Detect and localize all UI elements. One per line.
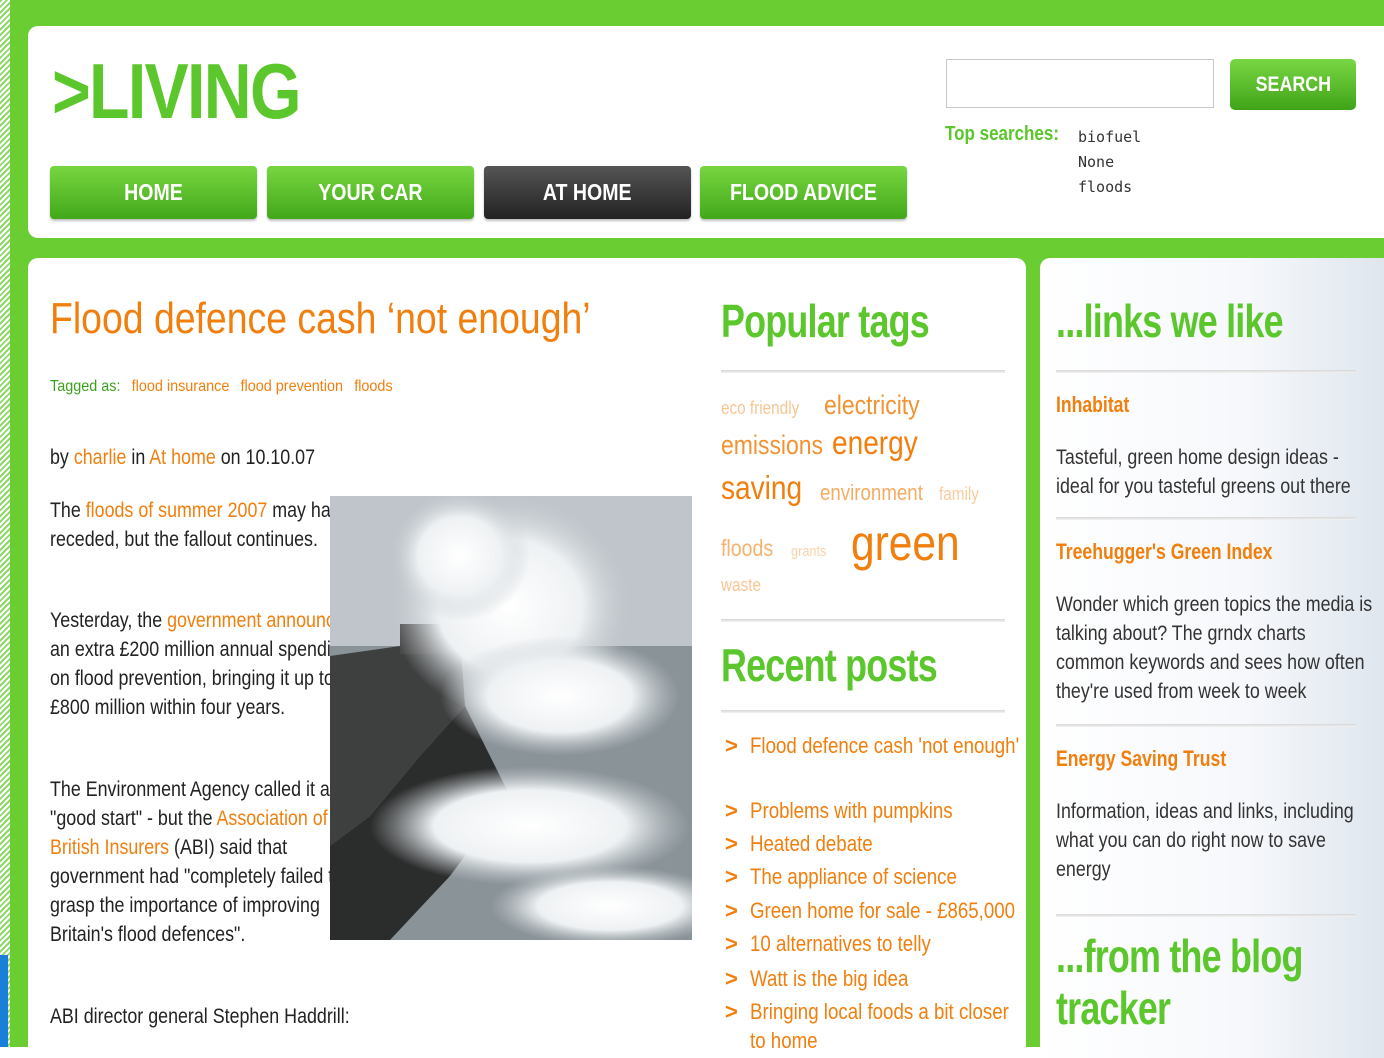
tag-link[interactable]: flood insurance <box>132 378 230 395</box>
byline-text: in <box>131 446 146 469</box>
recent-post-title: Flood defence cash 'not enough' <box>750 733 1020 758</box>
article-paragraph: Yesterday, the government announced an e… <box>50 606 360 722</box>
chevron-right-icon: > <box>725 864 738 889</box>
tag-cloud-link[interactable]: saving <box>721 469 802 507</box>
tag-cloud-link[interactable]: grants <box>791 543 826 560</box>
top-search-link[interactable]: None <box>1078 150 1141 175</box>
nav-label: FLOOD ADVICE <box>730 179 877 205</box>
window-edge-bar <box>0 955 8 1047</box>
recent-post-title: Bringing local foods a bit closer to hom… <box>750 999 1009 1053</box>
nav-home-button[interactable]: HOME <box>50 166 257 219</box>
author-link[interactable]: charlie <box>74 446 127 469</box>
sidebar-link-inhabitat[interactable]: Inhabitat <box>1056 392 1129 418</box>
floods-link[interactable]: floods of summer 2007 <box>86 499 268 522</box>
top-search-link[interactable]: floods <box>1078 175 1141 200</box>
sidebar-link-description: Wonder which green topics the media is t… <box>1056 590 1376 706</box>
nav-label: AT HOME <box>543 179 632 205</box>
paragraph-text: an extra £200 million annual spending on… <box>50 638 351 719</box>
chevron-right-icon: > <box>725 999 738 1024</box>
tag-cloud-link[interactable]: environment <box>820 480 923 506</box>
article-paragraph: The floods of summer 2007 may have reced… <box>50 496 360 554</box>
byline-date: on 10.10.07 <box>220 446 316 469</box>
tag-link[interactable]: flood prevention <box>241 378 343 395</box>
section-link[interactable]: At home <box>149 446 215 469</box>
popular-tags-heading: Popular tags <box>721 295 930 347</box>
divider <box>1056 370 1356 373</box>
paragraph-text: ABI director general Stephen Haddrill: <box>50 1005 350 1028</box>
divider <box>721 370 1005 373</box>
recent-post-title: Problems with pumpkins <box>750 798 953 823</box>
chevron-right-icon: > <box>725 898 738 923</box>
article-paragraph: ABI director general Stephen Haddrill: <box>50 1002 450 1031</box>
divider <box>1056 724 1356 727</box>
divider <box>1056 517 1356 520</box>
top-searches-label: Top searches: <box>945 123 1060 145</box>
nav-flood-advice-button[interactable]: FLOOD ADVICE <box>700 166 907 219</box>
chevron-right-icon: > <box>725 733 738 758</box>
recent-post-title: Heated debate <box>750 831 873 856</box>
description-text: Information, ideas and links, including … <box>1056 800 1354 881</box>
search-input[interactable] <box>946 59 1214 108</box>
recent-post-title: Watt is the big idea <box>750 966 909 991</box>
storm-wave-photo <box>330 496 692 940</box>
tag-cloud-link[interactable]: emissions <box>721 430 823 461</box>
paragraph-text: The <box>50 499 86 522</box>
article-byline: by charlie in At home on 10.10.07 <box>50 446 315 470</box>
chevron-right-icon: > <box>725 798 738 823</box>
recent-post-title: 10 alternatives to telly <box>750 931 931 956</box>
recent-posts-heading: Recent posts <box>721 639 938 691</box>
nav-label: YOUR CAR <box>318 179 423 205</box>
tag-cloud-link[interactable]: family <box>939 484 979 505</box>
links-we-like-heading: ...links we like <box>1056 295 1284 347</box>
chevron-right-icon: > <box>725 931 738 956</box>
tag-cloud-link[interactable]: waste <box>721 575 761 596</box>
government-link[interactable]: government announced <box>167 609 355 632</box>
main-content: Flood defence cash ‘not enough’ Tagged a… <box>28 258 1026 1058</box>
paragraph-text: Yesterday, the <box>50 609 168 632</box>
article-paragraph: The Environment Agency called it a "good… <box>50 775 360 949</box>
description-text: Tasteful, green home design ideas - idea… <box>1056 446 1351 498</box>
tag-cloud-link[interactable]: energy <box>832 424 918 462</box>
tagged-as-label: Tagged as: <box>50 378 121 395</box>
site-logo[interactable]: >LIVING <box>52 48 302 134</box>
chevron-right-icon: > <box>725 831 738 856</box>
right-sidebar: ...links we like Inhabitat Tasteful, gre… <box>1040 258 1384 1058</box>
nav-at-home-button[interactable]: AT HOME <box>484 166 691 219</box>
tag-cloud-link[interactable]: floods <box>721 535 773 562</box>
description-text: Wonder which green topics the media is t… <box>1056 593 1373 703</box>
article-title: Flood defence cash ‘not enough’ <box>50 294 591 343</box>
nav-your-car-button[interactable]: YOUR CAR <box>267 166 474 219</box>
search-button-label: SEARCH <box>1255 73 1331 96</box>
tag-cloud-link[interactable]: eco friendly <box>721 398 799 419</box>
blog-tracker-heading: ...from the blog tracker <box>1056 930 1303 1034</box>
recent-post-title: The appliance of science <box>750 864 957 889</box>
site-header: >LIVING HOME YOUR CAR AT HOME FLOOD ADVI… <box>28 26 1384 238</box>
sidebar-link-energy-saving-trust[interactable]: Energy Saving Trust <box>1056 746 1226 772</box>
nav-label: HOME <box>124 179 183 205</box>
divider <box>721 710 1005 713</box>
recent-post-title: Green home for sale - £865,000 <box>750 898 1016 923</box>
divider <box>721 619 1005 622</box>
top-search-link[interactable]: biofuel <box>1078 125 1141 150</box>
tag-cloud-link[interactable]: electricity <box>824 390 920 421</box>
divider <box>1056 914 1356 917</box>
tag-link[interactable]: floods <box>354 378 392 395</box>
sidebar-link-description: Information, ideas and links, including … <box>1056 797 1376 884</box>
top-searches-list: biofuel None floods <box>1078 125 1141 200</box>
sidebar-link-description: Tasteful, green home design ideas - idea… <box>1056 443 1376 501</box>
search-button[interactable]: SEARCH <box>1230 59 1356 110</box>
chevron-right-icon: > <box>725 966 738 991</box>
sidebar-link-treehugger[interactable]: Treehugger's Green Index <box>1056 539 1272 565</box>
article-tags: Tagged as: flood insurance flood prevent… <box>50 378 393 396</box>
byline-text: by <box>50 446 69 469</box>
left-edge-stripe <box>0 0 10 1047</box>
tag-cloud-link[interactable]: green <box>851 514 960 572</box>
